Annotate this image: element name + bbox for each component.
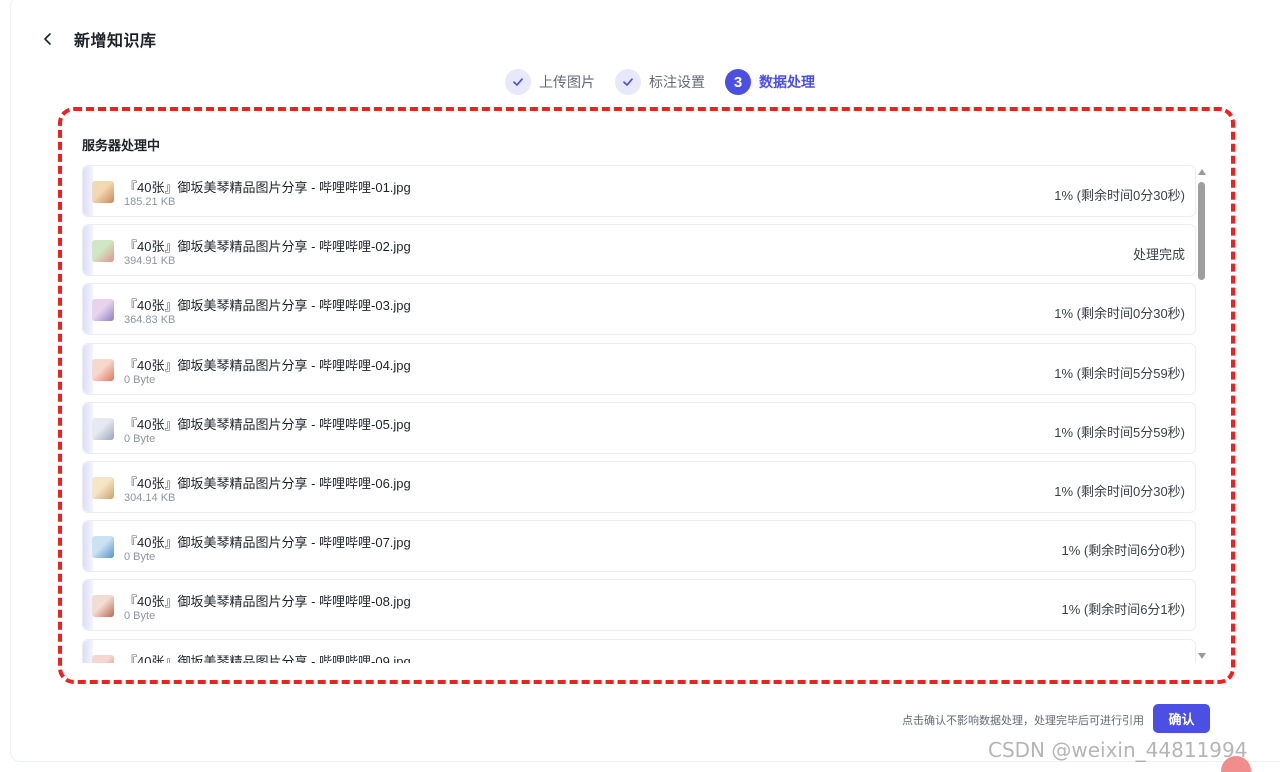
file-name: 『40张』御坂美琴精品图片分享 - 哔哩哔哩-05.jpg xyxy=(124,416,411,432)
file-list-item[interactable]: 『40张』御坂美琴精品图片分享 - 哔哩哔哩-02.jpg 394.91 KB 处理… xyxy=(82,224,1196,277)
confirm-button[interactable]: 确认 xyxy=(1153,704,1210,733)
image-thumbnail xyxy=(92,240,114,263)
step-annotation: 标注设置 xyxy=(615,69,705,95)
file-name: 『40张』御坂美琴精品图片分享 - 哔哩哔哩-04.jpg xyxy=(124,357,411,373)
file-name: 『40张』御坂美琴精品图片分享 - 哔哩哔哩-01.jpg xyxy=(124,180,411,195)
image-thumbnail xyxy=(92,181,114,203)
file-status: 1% (剩余时间5分59秒) xyxy=(1054,424,1185,440)
file-list-item[interactable]: 『40张』御坂美琴精品图片分享 - 哔哩哔哩-08.jpg 0 Byte 1% (剩… xyxy=(82,579,1196,632)
file-status: 1% (剩余时间0分30秒) xyxy=(1054,306,1185,322)
section-title: 服务器处理中 xyxy=(82,138,161,153)
chevron-left-icon xyxy=(44,33,51,45)
file-name: 『40张』御坂美琴精品图片分享 - 哔哩哔哩-07.jpg xyxy=(124,535,411,551)
file-size: 364.83 KB xyxy=(124,314,176,327)
step-upload: 上传图片 xyxy=(505,69,595,95)
step-label: 数据处理 xyxy=(759,74,815,90)
file-list-item[interactable]: 『40张』御坂美琴精品图片分享 - 哔哩哔哩-03.jpg 364.83 KB 1%… xyxy=(82,283,1196,336)
file-name: 『40张』御坂美琴精品图片分享 - 哔哩哔哩-08.jpg xyxy=(124,594,411,610)
file-size: 0 Byte xyxy=(124,610,156,623)
file-size: 394.91 KB xyxy=(124,255,176,268)
scroll-down-arrow-icon[interactable] xyxy=(1198,653,1206,659)
file-name: 『40张』御坂美琴精品图片分享 - 哔哩哔哩-03.jpg xyxy=(124,298,411,314)
scroll-thumb[interactable] xyxy=(1198,182,1205,280)
step-done-indicator xyxy=(505,69,531,95)
image-thumbnail xyxy=(92,595,114,618)
step-label: 上传图片 xyxy=(539,74,595,90)
stepper: 上传图片 标注设置 3 数据处理 xyxy=(505,68,835,96)
image-thumbnail xyxy=(92,299,114,322)
file-status: 1% (剩余时间0分30秒) xyxy=(1054,188,1185,203)
step-processing: 3 数据处理 xyxy=(725,69,815,95)
back-button[interactable] xyxy=(38,27,58,51)
file-list-item[interactable]: 『40张』御坂美琴精品图片分享 - 哔哩哔哩-07.jpg 0 Byte 1% (剩… xyxy=(82,520,1196,573)
file-status: 1% (剩余时间0分30秒) xyxy=(1054,483,1185,499)
page-header: 新增知识库 xyxy=(38,26,157,52)
file-list-item[interactable]: 『40张』御坂美琴精品图片分享 - 哔哩哔哩-01.jpg 185.21 KB 1%… xyxy=(82,165,1196,217)
file-name: 『40张』御坂美琴精品图片分享 - 哔哩哔哩-02.jpg xyxy=(124,239,411,255)
file-size: 185.21 KB xyxy=(124,196,176,208)
step-label: 标注设置 xyxy=(649,74,705,90)
step-done-indicator xyxy=(615,69,641,95)
file-list[interactable]: 『40张』御坂美琴精品图片分享 - 哔哩哔哩-01.jpg 185.21 KB 1%… xyxy=(82,165,1196,663)
file-size: 0 Byte xyxy=(124,551,156,564)
scrollbar[interactable] xyxy=(1197,165,1207,663)
file-status: 1% (剩余时间6分0秒) xyxy=(1061,543,1185,559)
scroll-up-arrow-icon[interactable] xyxy=(1198,169,1206,175)
image-thumbnail xyxy=(92,476,114,499)
image-thumbnail xyxy=(92,358,114,381)
check-icon xyxy=(513,78,523,86)
page-title: 新增知识库 xyxy=(74,33,157,50)
file-status: 处理完成 xyxy=(1132,247,1185,263)
image-thumbnail xyxy=(92,536,114,559)
file-list-item[interactable]: 『40张』御坂美琴精品图片分享 - 哔哩哔哩-04.jpg 0 Byte 1% (剩… xyxy=(82,342,1196,395)
footer-note: 点击确认不影响数据处理，处理完毕后可进行引用 xyxy=(902,715,1144,727)
step-number: 3 xyxy=(725,69,751,95)
file-list-item[interactable]: 『40张』御坂美琴精品图片分享 - 哔哩哔哩-06.jpg 304.14 KB 1%… xyxy=(82,460,1196,513)
watermark: CSDN @weixin_44811994 xyxy=(988,738,1248,762)
file-status: 1% (剩余时间6分1秒) xyxy=(1061,602,1185,618)
image-thumbnail xyxy=(92,654,114,663)
file-size: 0 Byte xyxy=(124,432,156,445)
file-size: 304.14 KB xyxy=(124,491,176,504)
file-name: 『40张』御坂美琴精品图片分享 - 哔哩哔哩-06.jpg xyxy=(124,475,411,491)
file-name: 『40张』御坂美琴精品图片分享 - 哔哩哔哩-09.jpg xyxy=(124,653,411,664)
file-size: 0 Byte xyxy=(124,373,156,386)
file-status: 1% (剩余时间5分59秒) xyxy=(1054,365,1185,381)
file-list-item[interactable]: 『40张』御坂美琴精品图片分享 - 哔哩哔哩-09.jpg xyxy=(82,638,1196,664)
file-list-item[interactable]: 『40张』御坂美琴精品图片分享 - 哔哩哔哩-05.jpg 0 Byte 1% (剩… xyxy=(82,401,1196,454)
check-icon xyxy=(623,78,633,86)
image-thumbnail xyxy=(92,417,114,440)
